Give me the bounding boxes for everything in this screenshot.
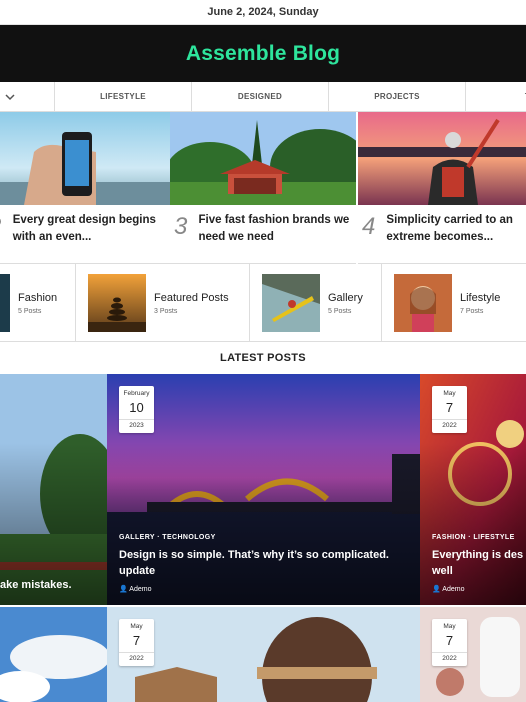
post-title[interactable]: Everything is des well bbox=[432, 547, 526, 579]
slide-title[interactable]: Every great design begins with an even..… bbox=[13, 212, 170, 246]
featured-slider: 2 Every great design begins with an even.… bbox=[0, 112, 526, 264]
category-strip: Fashion 5 Posts Featured Posts 3 Posts Gal… bbox=[0, 264, 526, 342]
nav-item-partial[interactable]: T bbox=[466, 82, 526, 111]
date-badge: May 7 2022 bbox=[432, 386, 467, 433]
category-thumb bbox=[0, 274, 10, 332]
slide[interactable]: 2 Every great design begins with an even.… bbox=[0, 112, 170, 264]
post-card[interactable]: May 7 2022 FASHION · LIFESTYLE Everythin… bbox=[420, 374, 526, 605]
category-lifestyle[interactable]: Lifestyle 7 Posts bbox=[382, 264, 526, 341]
date-badge: May 7 2022 bbox=[432, 619, 467, 666]
category-count: 7 Posts bbox=[460, 307, 484, 315]
post-author[interactable]: Ademo bbox=[129, 586, 151, 593]
main-nav: LIFESTYLE DESIGNED PROJECTS T bbox=[0, 82, 526, 112]
masthead: Assemble Blog bbox=[0, 25, 526, 82]
post-title[interactable]: ake mistakes. bbox=[0, 577, 101, 593]
post-author[interactable]: Ademo bbox=[442, 586, 464, 593]
top-date: June 2, 2024, Sunday bbox=[0, 0, 526, 25]
slide-title[interactable]: Simplicity carried to an extreme becomes… bbox=[386, 212, 526, 246]
date-day: 7 bbox=[445, 633, 454, 648]
nav-item-lifestyle[interactable]: LIFESTYLE bbox=[55, 82, 192, 111]
latest-posts-heading: LATEST POSTS bbox=[220, 352, 306, 364]
date-year: 2022 bbox=[119, 652, 154, 662]
date-badge: May 7 2022 bbox=[119, 619, 154, 666]
category-count: 5 Posts bbox=[18, 307, 42, 315]
post-tags[interactable]: GALLERY · TECHNOLOGY bbox=[119, 534, 414, 541]
nav-item-projects[interactable]: PROJECTS bbox=[329, 82, 466, 111]
category-thumb bbox=[394, 274, 452, 332]
post-card[interactable] bbox=[0, 607, 107, 702]
date-day: 7 bbox=[132, 633, 141, 648]
post-card[interactable]: February 10 2023 GALLERY · TECHNOLOGY De… bbox=[107, 374, 420, 605]
category-thumb bbox=[88, 274, 146, 332]
date-year: 2022 bbox=[432, 419, 467, 429]
slide-number: 3 bbox=[174, 213, 188, 240]
category-fashion[interactable]: Fashion 5 Posts bbox=[0, 264, 76, 341]
date-month: May bbox=[443, 390, 456, 397]
date-day: 7 bbox=[445, 400, 454, 415]
category-featured[interactable]: Featured Posts 3 Posts bbox=[76, 264, 250, 341]
slide-image-phone bbox=[0, 112, 170, 205]
slide-title[interactable]: Five fast fashion brands we need we need bbox=[198, 212, 356, 246]
category-name: Featured Posts bbox=[154, 291, 229, 304]
category-count: 5 Posts bbox=[328, 307, 352, 315]
slide-number: 4 bbox=[362, 213, 376, 240]
post-card[interactable]: ake mistakes. bbox=[0, 374, 107, 605]
category-count: 3 Posts bbox=[154, 307, 178, 315]
user-icon: 👤 bbox=[119, 586, 128, 593]
post-tags[interactable]: FASHION · LIFESTYLE bbox=[432, 534, 526, 541]
post-title[interactable]: Design is so simple. That’s why it’s so … bbox=[119, 547, 414, 579]
user-icon: 👤 bbox=[432, 586, 441, 593]
date-year: 2022 bbox=[432, 652, 467, 662]
category-thumb bbox=[262, 274, 320, 332]
nav-item-designed[interactable]: DESIGNED bbox=[192, 82, 329, 111]
chevron-down-icon bbox=[5, 93, 15, 100]
post-card[interactable]: May 7 2022 bbox=[420, 607, 526, 702]
date-year: 2023 bbox=[119, 419, 154, 429]
post-card[interactable]: May 7 2022 bbox=[107, 607, 420, 702]
latest-posts-grid: ake mistakes. February 10 2023 GALLERY ·… bbox=[0, 374, 526, 702]
category-name: Gallery bbox=[328, 291, 363, 304]
nav-toggle[interactable] bbox=[0, 82, 55, 111]
date-badge: February 10 2023 bbox=[119, 386, 154, 433]
slide[interactable]: 4 Simplicity carried to an extreme become… bbox=[358, 112, 526, 264]
category-name: Lifestyle bbox=[460, 291, 501, 304]
date-month: February bbox=[123, 390, 150, 397]
date-month: May bbox=[130, 623, 143, 630]
slide-image-kayak bbox=[358, 112, 526, 205]
slide-image-gazebo bbox=[170, 112, 356, 205]
category-name: Fashion bbox=[18, 291, 58, 304]
slide-number: 2 bbox=[0, 215, 5, 239]
slide[interactable]: 3 Five fast fashion brands we need we nee… bbox=[170, 112, 356, 264]
date-day: 10 bbox=[129, 400, 144, 415]
site-title[interactable]: Assemble Blog bbox=[186, 42, 340, 66]
category-gallery[interactable]: Gallery 5 Posts bbox=[250, 264, 382, 341]
date-month: May bbox=[443, 623, 456, 630]
